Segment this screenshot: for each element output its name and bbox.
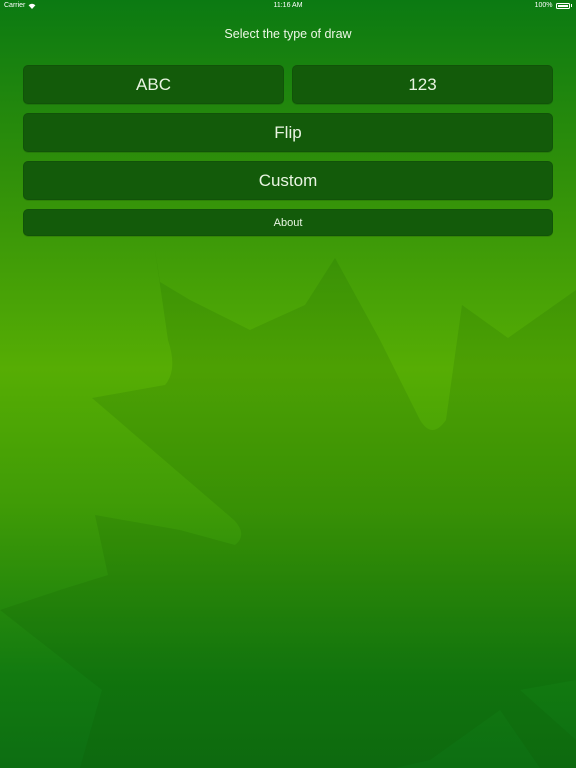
about-button[interactable]: About: [23, 209, 553, 236]
flip-draw-button[interactable]: Flip: [23, 113, 553, 152]
status-time: 11:16 AM: [273, 2, 303, 9]
status-battery-group: 100%: [535, 2, 572, 9]
number-draw-button[interactable]: 123: [292, 65, 553, 104]
draw-type-prompt: Select the type of draw: [224, 27, 352, 41]
battery-tip: [570, 4, 572, 7]
battery-icon: [555, 2, 570, 9]
custom-draw-button[interactable]: Custom: [23, 161, 553, 200]
status-bar: Carrier 11:16 AM 100%: [0, 0, 576, 13]
battery-percent: 100%: [534, 2, 553, 9]
battery-level-fill: [557, 4, 568, 7]
abc-draw-button[interactable]: ABC: [23, 65, 284, 104]
